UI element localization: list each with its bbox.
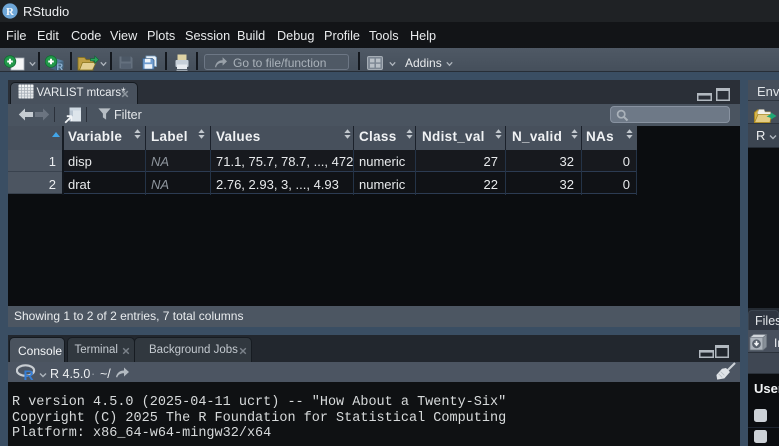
svg-text:R: R xyxy=(57,62,64,72)
svg-text:R: R xyxy=(6,6,15,18)
svg-text:R: R xyxy=(24,367,34,381)
